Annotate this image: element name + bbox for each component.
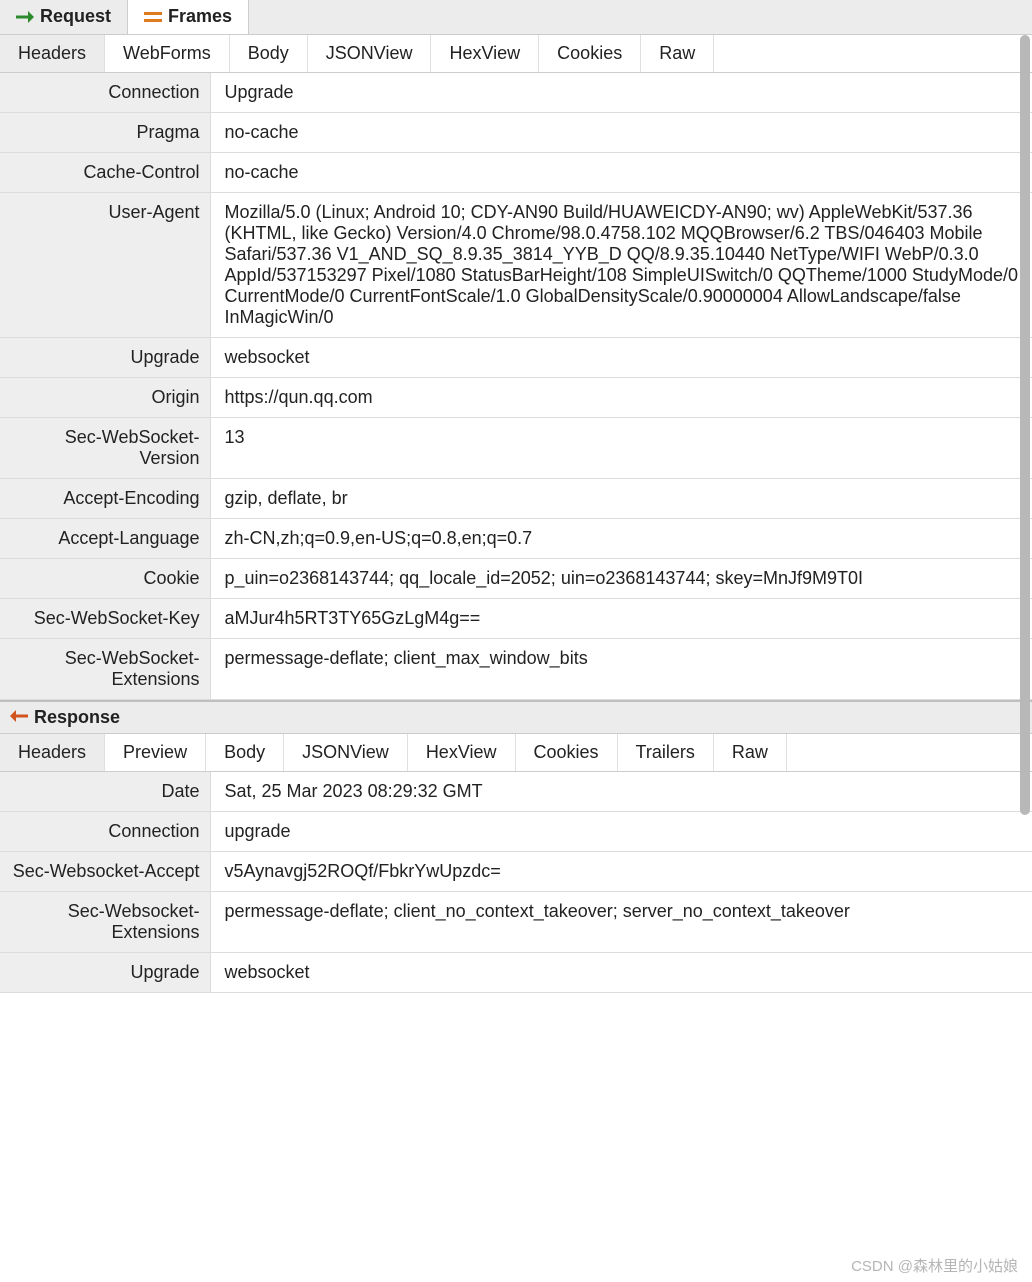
table-row: Sec-WebSocket-KeyaMJur4h5RT3TY65GzLgM4g=… <box>0 599 1032 639</box>
response-title: Response <box>34 707 120 728</box>
table-row: Sec-Websocket-Extensionspermessage-defla… <box>0 892 1032 953</box>
header-value[interactable]: zh-CN,zh;q=0.9,en-US;q=0.8,en;q=0.7 <box>210 519 1032 559</box>
header-key[interactable]: Connection <box>0 73 210 113</box>
header-value[interactable]: Sat, 25 Mar 2023 08:29:32 GMT <box>210 772 1032 812</box>
request-subtab-raw[interactable]: Raw <box>641 35 714 72</box>
table-row: Upgradewebsocket <box>0 953 1032 993</box>
arrow-right-icon <box>16 10 34 24</box>
response-subtab-trailers[interactable]: Trailers <box>618 734 714 771</box>
watermark: CSDN @森林里的小姑娘 <box>851 1255 1018 1276</box>
response-subtab-jsonview[interactable]: JSONView <box>284 734 408 771</box>
request-subtab-cookies[interactable]: Cookies <box>539 35 641 72</box>
header-value[interactable]: no-cache <box>210 113 1032 153</box>
header-value[interactable]: permessage-deflate; client_max_window_bi… <box>210 639 1032 700</box>
tab-frames-label: Frames <box>168 6 232 27</box>
frames-icon <box>144 10 162 24</box>
table-row: Sec-WebSocket-Extensionspermessage-defla… <box>0 639 1032 700</box>
header-key[interactable]: Cookie <box>0 559 210 599</box>
header-value[interactable]: aMJur4h5RT3TY65GzLgM4g== <box>210 599 1032 639</box>
request-subtab-headers[interactable]: Headers <box>0 35 105 72</box>
table-row: Pragmano-cache <box>0 113 1032 153</box>
header-key[interactable]: Sec-WebSocket-Key <box>0 599 210 639</box>
header-value[interactable]: websocket <box>210 953 1032 993</box>
scrollbar-thumb[interactable] <box>1020 35 1030 815</box>
header-key[interactable]: Origin <box>0 378 210 418</box>
header-key[interactable]: Sec-WebSocket-Version <box>0 418 210 479</box>
header-key[interactable]: Upgrade <box>0 338 210 378</box>
table-row: Accept-Encodinggzip, deflate, br <box>0 479 1032 519</box>
table-row: Connectionupgrade <box>0 812 1032 852</box>
table-row: Sec-WebSocket-Version13 <box>0 418 1032 479</box>
tab-request[interactable]: Request <box>0 0 127 34</box>
request-headers-table: ConnectionUpgradePragmano-cacheCache-Con… <box>0 73 1032 700</box>
header-key[interactable]: Accept-Language <box>0 519 210 559</box>
arrow-left-icon <box>10 707 28 728</box>
table-row: Sec-Websocket-Acceptv5Aynavgj52ROQf/Fbkr… <box>0 852 1032 892</box>
header-key[interactable]: User-Agent <box>0 193 210 338</box>
response-subtab-headers[interactable]: Headers <box>0 734 105 771</box>
header-value[interactable]: p_uin=o2368143744; qq_locale_id=2052; ui… <box>210 559 1032 599</box>
header-key[interactable]: Date <box>0 772 210 812</box>
header-value[interactable]: gzip, deflate, br <box>210 479 1032 519</box>
response-headers-table: DateSat, 25 Mar 2023 08:29:32 GMTConnect… <box>0 772 1032 993</box>
response-section-header: Response <box>0 700 1032 734</box>
request-subtab-jsonview[interactable]: JSONView <box>308 35 432 72</box>
request-subtab-webforms[interactable]: WebForms <box>105 35 230 72</box>
scrollbar[interactable] <box>1018 35 1032 815</box>
tab-frames[interactable]: Frames <box>127 0 249 34</box>
header-value[interactable]: https://qun.qq.com <box>210 378 1032 418</box>
header-key[interactable]: Cache-Control <box>0 153 210 193</box>
request-subtab-hexview[interactable]: HexView <box>431 35 539 72</box>
response-subtab-preview[interactable]: Preview <box>105 734 206 771</box>
response-subtab-body[interactable]: Body <box>206 734 284 771</box>
table-row: User-AgentMozilla/5.0 (Linux; Android 10… <box>0 193 1032 338</box>
response-sub-tabs: Headers Preview Body JSONView HexView Co… <box>0 734 1032 772</box>
header-value[interactable]: upgrade <box>210 812 1032 852</box>
header-key[interactable]: Pragma <box>0 113 210 153</box>
header-key[interactable]: Upgrade <box>0 953 210 993</box>
request-subtab-body[interactable]: Body <box>230 35 308 72</box>
response-subtab-raw[interactable]: Raw <box>714 734 787 771</box>
response-subtab-cookies[interactable]: Cookies <box>516 734 618 771</box>
top-tabs-bar: Request Frames <box>0 0 1032 35</box>
request-sub-tabs: Headers WebForms Body JSONView HexView C… <box>0 35 1032 73</box>
header-key[interactable]: Sec-WebSocket-Extensions <box>0 639 210 700</box>
header-value[interactable]: Mozilla/5.0 (Linux; Android 10; CDY-AN90… <box>210 193 1032 338</box>
tab-request-label: Request <box>40 6 111 27</box>
header-value[interactable]: websocket <box>210 338 1032 378</box>
table-row: DateSat, 25 Mar 2023 08:29:32 GMT <box>0 772 1032 812</box>
table-row: Originhttps://qun.qq.com <box>0 378 1032 418</box>
table-row: Cache-Controlno-cache <box>0 153 1032 193</box>
table-row: Accept-Languagezh-CN,zh;q=0.9,en-US;q=0.… <box>0 519 1032 559</box>
header-value[interactable]: Upgrade <box>210 73 1032 113</box>
header-value[interactable]: v5Aynavgj52ROQf/FbkrYwUpzdc= <box>210 852 1032 892</box>
table-row: Upgradewebsocket <box>0 338 1032 378</box>
header-key[interactable]: Connection <box>0 812 210 852</box>
header-value[interactable]: 13 <box>210 418 1032 479</box>
header-value[interactable]: no-cache <box>210 153 1032 193</box>
table-row: Cookiep_uin=o2368143744; qq_locale_id=20… <box>0 559 1032 599</box>
response-subtab-hexview[interactable]: HexView <box>408 734 516 771</box>
table-row: ConnectionUpgrade <box>0 73 1032 113</box>
header-key[interactable]: Sec-Websocket-Extensions <box>0 892 210 953</box>
header-key[interactable]: Accept-Encoding <box>0 479 210 519</box>
header-key[interactable]: Sec-Websocket-Accept <box>0 852 210 892</box>
header-value[interactable]: permessage-deflate; client_no_context_ta… <box>210 892 1032 953</box>
